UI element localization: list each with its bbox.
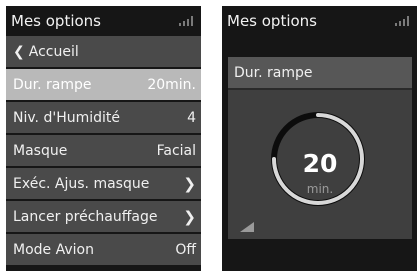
dial-unit: min. bbox=[306, 182, 334, 196]
menu-item-1[interactable]: Dur. rampe 20min. bbox=[6, 69, 201, 102]
menu-item-label: Dur. rampe bbox=[13, 76, 92, 93]
menu-item-label-wrap: Dur. rampe bbox=[13, 77, 92, 93]
chevron-left-icon: ❮ bbox=[13, 43, 25, 60]
menu-item-label: Masque bbox=[13, 142, 68, 159]
options-menu: ❮ Accueil Dur. rampe 20min. Niv. d'Humidité 4… bbox=[6, 36, 201, 267]
menu-item-label: Mode Avion bbox=[13, 241, 94, 258]
menu-item-label-wrap: Exéc. Ajus. masque bbox=[13, 176, 149, 192]
dial-value: 20 bbox=[302, 149, 338, 178]
signal-strength-icon bbox=[395, 16, 409, 26]
menu-item-2[interactable]: Niv. d'Humidité 4 bbox=[6, 102, 201, 135]
ramp-icon bbox=[240, 222, 254, 232]
menu-item-label-wrap: Lancer préchauffage bbox=[13, 209, 157, 225]
menu-item-0[interactable]: ❮ Accueil bbox=[6, 36, 201, 69]
menu-item-label: Lancer préchauffage bbox=[13, 208, 158, 225]
menu-item-label-wrap: Niv. d'Humidité bbox=[13, 110, 120, 126]
menu-item-label: Exéc. Ajus. masque bbox=[13, 175, 150, 192]
menu-item-label-wrap: Masque bbox=[13, 143, 67, 159]
ramp-setting-panel[interactable]: Dur. rampe 20 min. bbox=[228, 57, 412, 239]
menu-item-3[interactable]: Masque Facial bbox=[6, 135, 201, 168]
top-bar: Mes options bbox=[6, 6, 201, 36]
menu-screen: Mes options ❮ Accueil Dur. rampe 20min. Niv.… bbox=[6, 6, 201, 271]
menu-item-label-wrap: ❮ Accueil bbox=[13, 44, 79, 60]
menu-item-value: Off bbox=[175, 241, 196, 258]
menu-item-label: Accueil bbox=[28, 43, 79, 60]
menu-item-value: 4 bbox=[187, 109, 196, 126]
menu-item-label: Niv. d'Humidité bbox=[13, 109, 121, 126]
menu-item-4[interactable]: Exéc. Ajus. masque ❯ bbox=[6, 168, 201, 201]
menu-item-6[interactable]: Mode Avion Off bbox=[6, 234, 201, 267]
panel-title: Dur. rampe bbox=[228, 57, 412, 90]
chevron-right-icon: ❯ bbox=[183, 207, 196, 226]
top-bar: Mes options bbox=[222, 6, 417, 36]
menu-item-5[interactable]: Lancer préchauffage ❯ bbox=[6, 201, 201, 234]
ramp-detail-screen: Mes options Dur. rampe 20 min. bbox=[222, 6, 417, 271]
chevron-right-icon: ❯ bbox=[183, 174, 196, 193]
screen-title: Mes options bbox=[227, 12, 317, 30]
menu-item-value: Facial bbox=[156, 142, 196, 159]
menu-item-value: 20min. bbox=[147, 76, 196, 93]
signal-strength-icon bbox=[179, 16, 193, 26]
menu-item-label-wrap: Mode Avion bbox=[13, 242, 94, 258]
screen-title: Mes options bbox=[11, 12, 101, 30]
